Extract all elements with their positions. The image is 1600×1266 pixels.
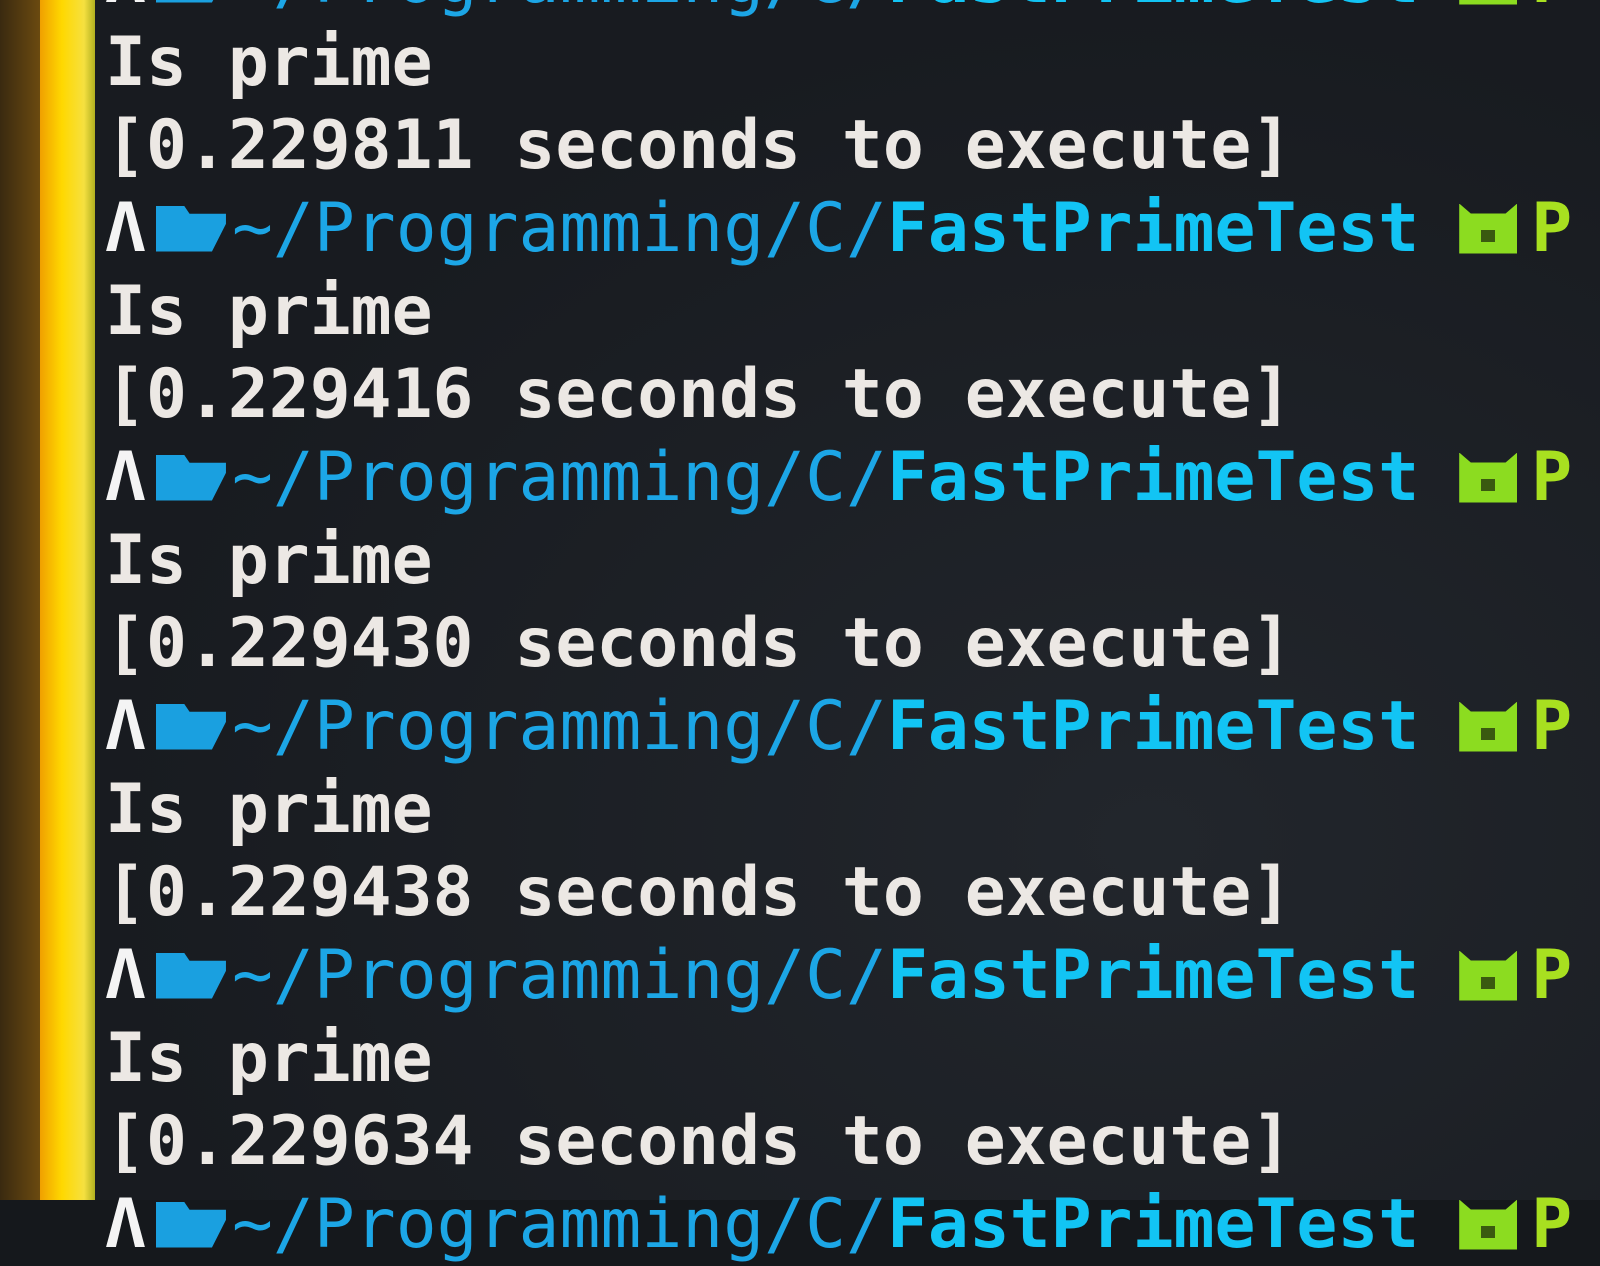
arch-logo-icon: Λ — [105, 1185, 146, 1264]
prompt-line: Λ ~/Programming/C/FastPrimeTest P — [105, 685, 1572, 768]
prompt-directory: FastPrimeTest — [886, 936, 1420, 1015]
prompt-directory: FastPrimeTest — [886, 1185, 1420, 1264]
git-branch-icon: P — [1531, 189, 1573, 268]
git-branch-icon: P — [1531, 1185, 1573, 1264]
output-line: Is prime — [105, 23, 433, 102]
github-icon — [1459, 701, 1518, 752]
timing-line: [0.229416 seconds to execute] — [105, 355, 1293, 434]
git-branch-icon: P — [1531, 936, 1573, 1015]
prompt-line: Λ ~/Programming/C/FastPrimeTest P — [105, 0, 1572, 21]
folder-icon — [155, 1201, 226, 1248]
prompt-directory: FastPrimeTest — [887, 0, 1419, 21]
terminal-output: Λ~/Programming/C/FastPrimeTestPIs prime[… — [105, 0, 1572, 1266]
prompt-path: ~/Programming/C/ — [231, 438, 887, 517]
git-branch-icon: P — [1531, 687, 1573, 766]
prompt-directory: FastPrimeTest — [886, 438, 1420, 517]
prompt-line: Λ ~/Programming/C/FastPrimeTest P — [105, 187, 1572, 270]
prompt-path: ~/Programming/C/ — [231, 936, 887, 1015]
prompt-line: Λ ~/Programming/C/FastPrimeTest P — [105, 436, 1572, 519]
github-icon — [1459, 452, 1518, 503]
timing-line: [0.229430 seconds to execute] — [105, 604, 1293, 683]
prompt-directory: FastPrimeTest — [886, 687, 1420, 766]
prompt-path: ~/Programming/C/ — [231, 687, 887, 766]
folder-icon — [155, 703, 226, 750]
github-icon — [1459, 1199, 1518, 1250]
folder-icon — [155, 952, 226, 999]
folder-icon — [155, 454, 226, 501]
monitor-bezel — [0, 0, 40, 1200]
output-line: Is prime — [105, 770, 433, 849]
arch-logo-icon: Λ — [105, 438, 146, 517]
prompt-line: Λ ~/Programming/C/FastPrimeTest P — [105, 1183, 1572, 1266]
output-line: Is prime — [105, 272, 433, 351]
prompt-line: Λ ~/Programming/C/FastPrimeTest P — [105, 934, 1572, 1017]
timing-line: [0.229438 seconds to execute] — [105, 853, 1293, 932]
folder-icon — [155, 0, 226, 3]
arch-logo-icon: Λ — [105, 687, 146, 766]
terminal-window[interactable]: Λ~/Programming/C/FastPrimeTestPIs prime[… — [95, 0, 1600, 1264]
prompt-path: ~/Programming/C/ — [232, 0, 887, 21]
prompt-directory: FastPrimeTest — [886, 189, 1420, 268]
output-line: Is prime — [105, 1019, 433, 1098]
arch-logo-icon: Λ — [105, 189, 146, 268]
folder-icon — [155, 205, 226, 252]
side-panel-strip — [40, 0, 95, 1200]
arch-logo-icon: Λ — [105, 0, 146, 21]
output-line: Is prime — [105, 521, 433, 600]
timing-line: [0.229634 seconds to execute] — [105, 1102, 1293, 1181]
github-icon — [1459, 203, 1518, 254]
git-branch-icon: P — [1531, 0, 1572, 21]
prompt-path: ~/Programming/C/ — [231, 1185, 887, 1264]
git-branch-icon: P — [1531, 438, 1573, 517]
github-icon — [1459, 0, 1518, 5]
github-icon — [1459, 950, 1518, 1001]
timing-line: [0.229811 seconds to execute] — [105, 106, 1293, 185]
arch-logo-icon: Λ — [105, 936, 146, 1015]
prompt-path: ~/Programming/C/ — [231, 189, 887, 268]
